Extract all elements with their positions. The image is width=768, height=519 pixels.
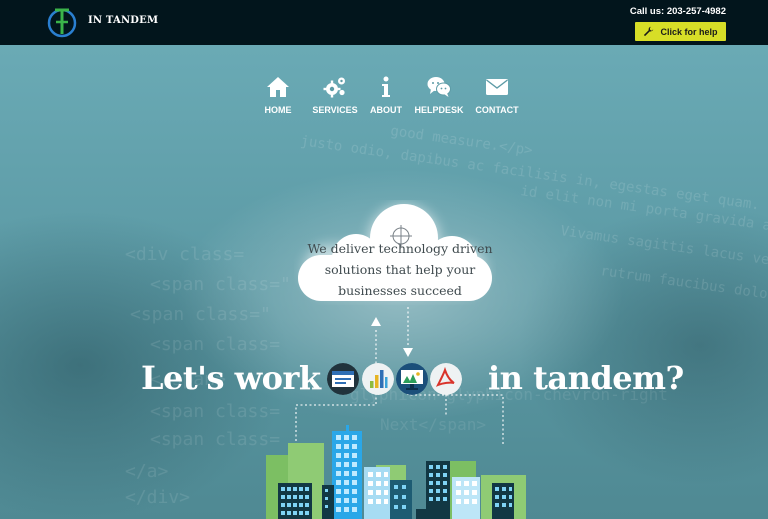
nav-label-services: SERVICES [312, 105, 358, 115]
nav-item-services[interactable]: SERVICES [312, 75, 358, 115]
nav-item-helpdesk[interactable]: HELPDESK [414, 75, 464, 115]
svg-text:<div class=: <div class= [125, 244, 244, 265]
brand-name[interactable]: IN TANDEM [88, 15, 158, 26]
cloud-line-3: businesses succeed [338, 283, 462, 298]
help-button-label: Click for help [660, 26, 718, 37]
home-icon [267, 77, 289, 97]
city-skyline-graphic [266, 425, 526, 519]
top-bar: IN TANDEM Call us: 203-257-4982 Click fo… [0, 0, 768, 45]
cloud-line-2: solutions that help your [324, 262, 476, 277]
nav-label-helpdesk: HELPDESK [414, 105, 464, 115]
nav-item-about[interactable]: ABOUT [368, 75, 404, 115]
svg-text:<span class=: <span class= [150, 334, 280, 355]
headline-left: Let's work [141, 359, 321, 397]
nav-label-about: ABOUT [370, 105, 402, 115]
wrench-icon [644, 26, 654, 37]
gears-icon [323, 77, 345, 98]
hero-section: <span class=" <span class=" <span class=… [0, 45, 768, 519]
monitor-icon [396, 363, 428, 395]
svg-text:<span class=: <span class= [150, 401, 280, 422]
svg-text:<span class=": <span class=" [150, 274, 291, 295]
info-icon [382, 76, 390, 97]
nav-label-contact: CONTACT [475, 105, 519, 115]
svg-text:good measure.</p>: good measure.</p> [389, 123, 533, 159]
svg-text:Vivamus sagittis lacus vel aug: Vivamus sagittis lacus vel augue laoreet [559, 223, 768, 286]
main-nav: HOME SERVICES ABOUT HELPDESK CONTACT [262, 75, 520, 115]
help-button[interactable]: Click for help [635, 22, 726, 41]
headline-right: in tandem? [488, 359, 684, 397]
pdf-icon [430, 363, 462, 395]
svg-text:<span class=": <span class=" [130, 304, 271, 325]
browser-icon [327, 363, 359, 395]
logo-icon[interactable] [46, 6, 78, 38]
svg-text:</a>: </a> [125, 461, 169, 482]
svg-text:</div>: </div> [125, 487, 190, 508]
svg-text:id elit non mi porta gravida a: id elit non mi porta gravida at eget met… [519, 183, 768, 249]
crosshair-icon [390, 225, 412, 247]
bar-chart-icon [362, 363, 394, 395]
cloud-message: We deliver technology driven solutions t… [300, 238, 500, 301]
svg-text:rutrum faucibus dolor auctor.: rutrum faucibus dolor auctor. [599, 263, 768, 313]
phone-number: Call us: 203-257-4982 [629, 6, 726, 17]
nav-item-contact[interactable]: CONTACT [474, 75, 520, 115]
envelope-icon [486, 79, 508, 95]
svg-text:<span class=: <span class= [150, 429, 280, 450]
nav-item-home[interactable]: HOME [262, 75, 294, 115]
nav-label-home: HOME [264, 105, 292, 115]
chat-icon [427, 77, 451, 97]
